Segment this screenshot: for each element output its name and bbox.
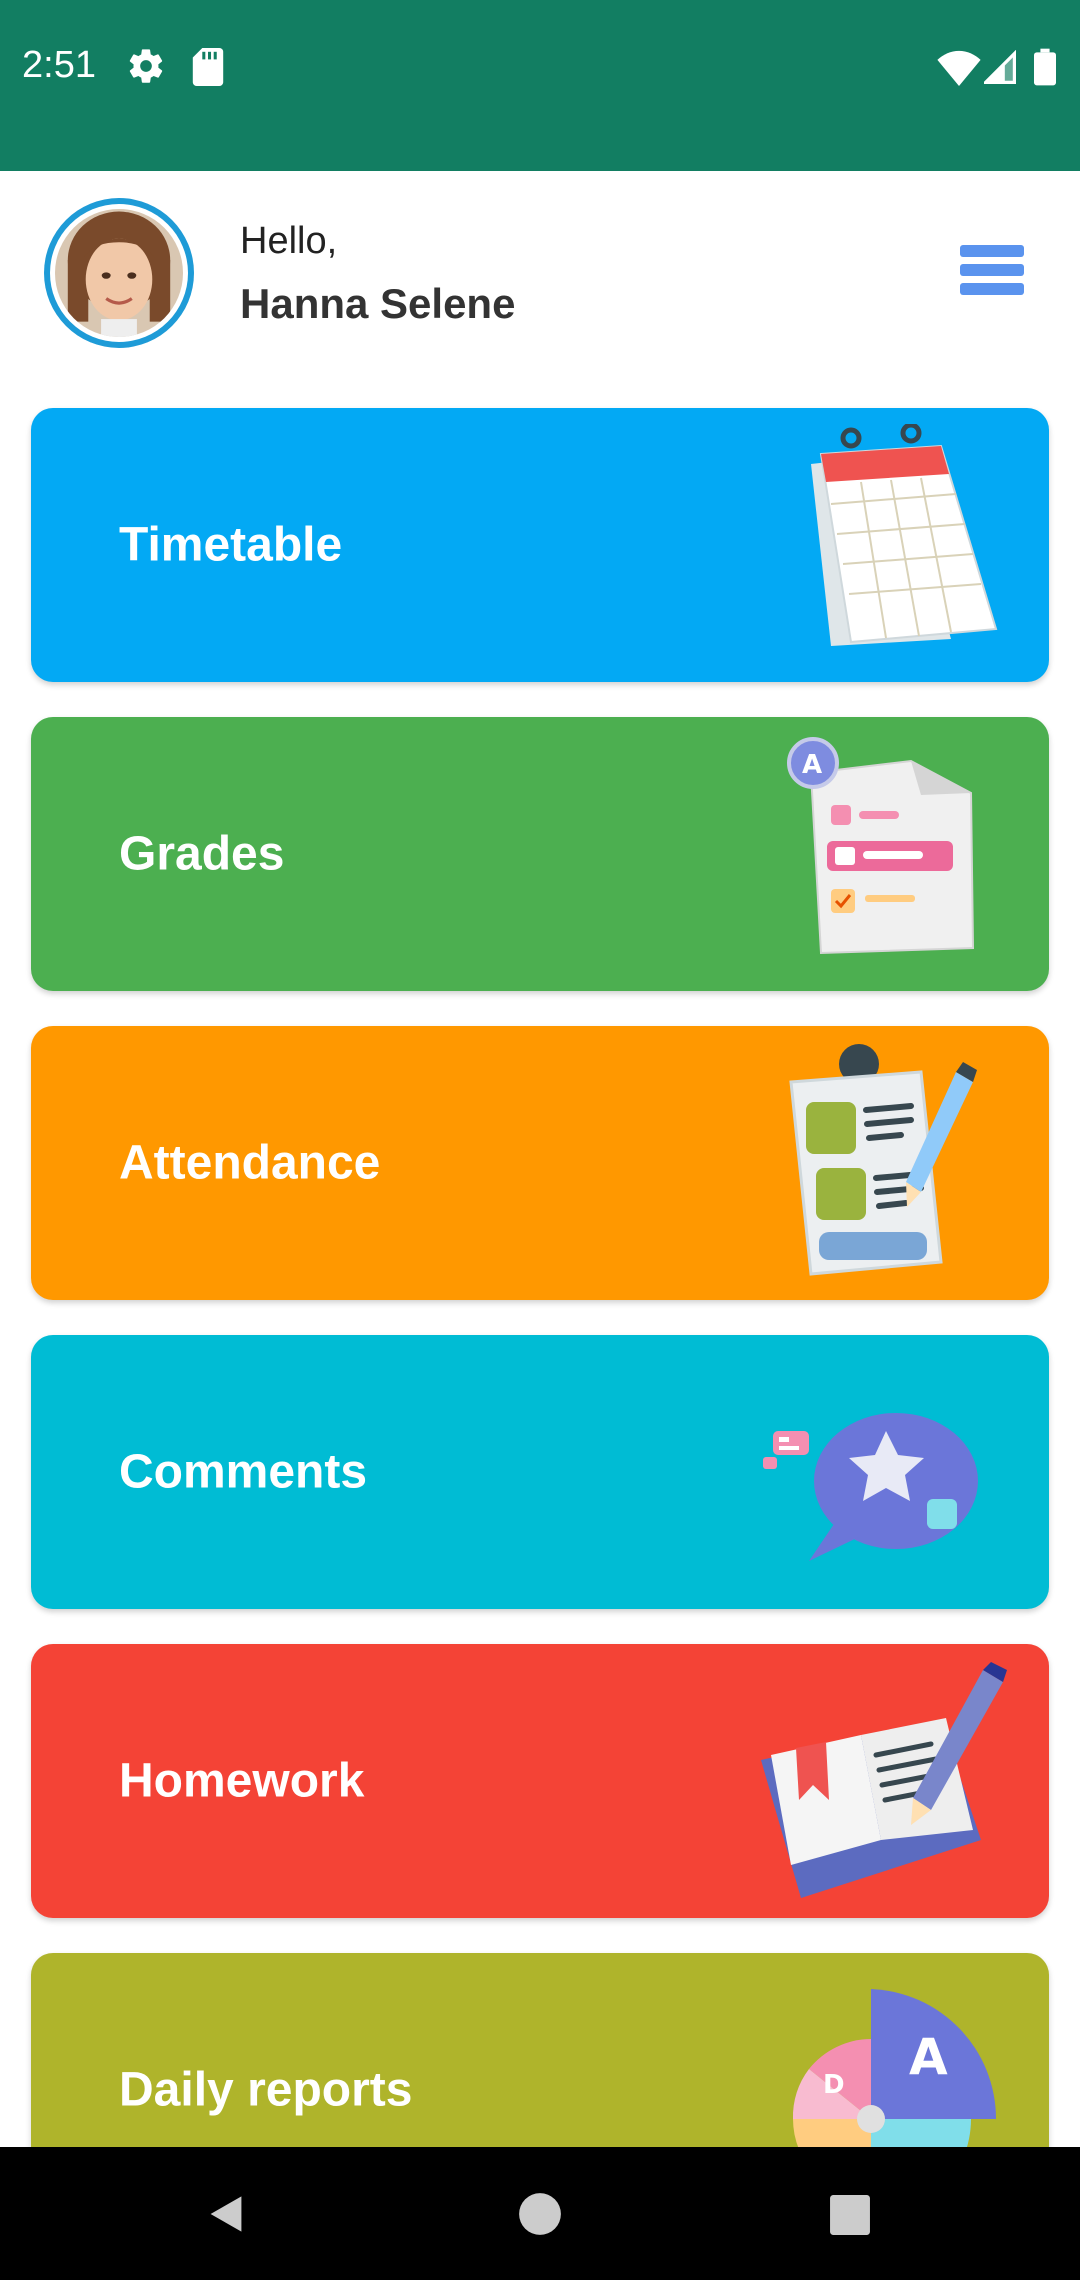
card-label: Timetable — [119, 518, 343, 572]
card-label: Comments — [119, 1445, 368, 1499]
back-icon[interactable] — [204, 2192, 248, 2236]
svg-text:A: A — [802, 750, 822, 780]
card-attendance[interactable]: Attendance — [31, 1026, 1049, 1300]
hamburger-menu-icon[interactable] — [960, 245, 1024, 301]
gear-icon — [129, 49, 163, 83]
card-homework[interactable]: Homework — [31, 1644, 1049, 1918]
svg-text:A: A — [909, 2028, 948, 2086]
card-label: Daily reports — [119, 2063, 413, 2117]
recents-icon[interactable] — [829, 2194, 871, 2236]
avatar-photo — [55, 209, 183, 337]
card-label: Homework — [119, 1754, 365, 1808]
wifi-icon — [937, 50, 981, 86]
card-comments[interactable]: Comments — [31, 1335, 1049, 1609]
svg-text:D: D — [823, 2070, 845, 2100]
card-label: Grades — [119, 827, 285, 881]
battery-icon — [1034, 48, 1056, 86]
grade-report-icon: A — [787, 737, 975, 955]
signal-icon — [984, 50, 1016, 84]
status-time: 2:51 — [22, 44, 96, 86]
greeting-text: Hello, — [240, 220, 338, 262]
book-pencil-icon — [761, 1662, 1007, 1898]
clipboard-icon — [789, 1044, 977, 1276]
avatar[interactable] — [44, 198, 194, 348]
card-grades[interactable]: Grades A — [31, 717, 1049, 991]
status-bar: 2:51 — [0, 0, 1080, 171]
calendar-icon — [811, 424, 998, 646]
card-timetable[interactable]: Timetable — [31, 408, 1049, 682]
comment-bubble-icon — [763, 1413, 978, 1561]
home-icon[interactable] — [518, 2192, 562, 2236]
user-name: Hanna Selene — [240, 280, 516, 327]
card-label: Attendance — [119, 1136, 381, 1190]
sd-card-icon — [192, 48, 224, 86]
